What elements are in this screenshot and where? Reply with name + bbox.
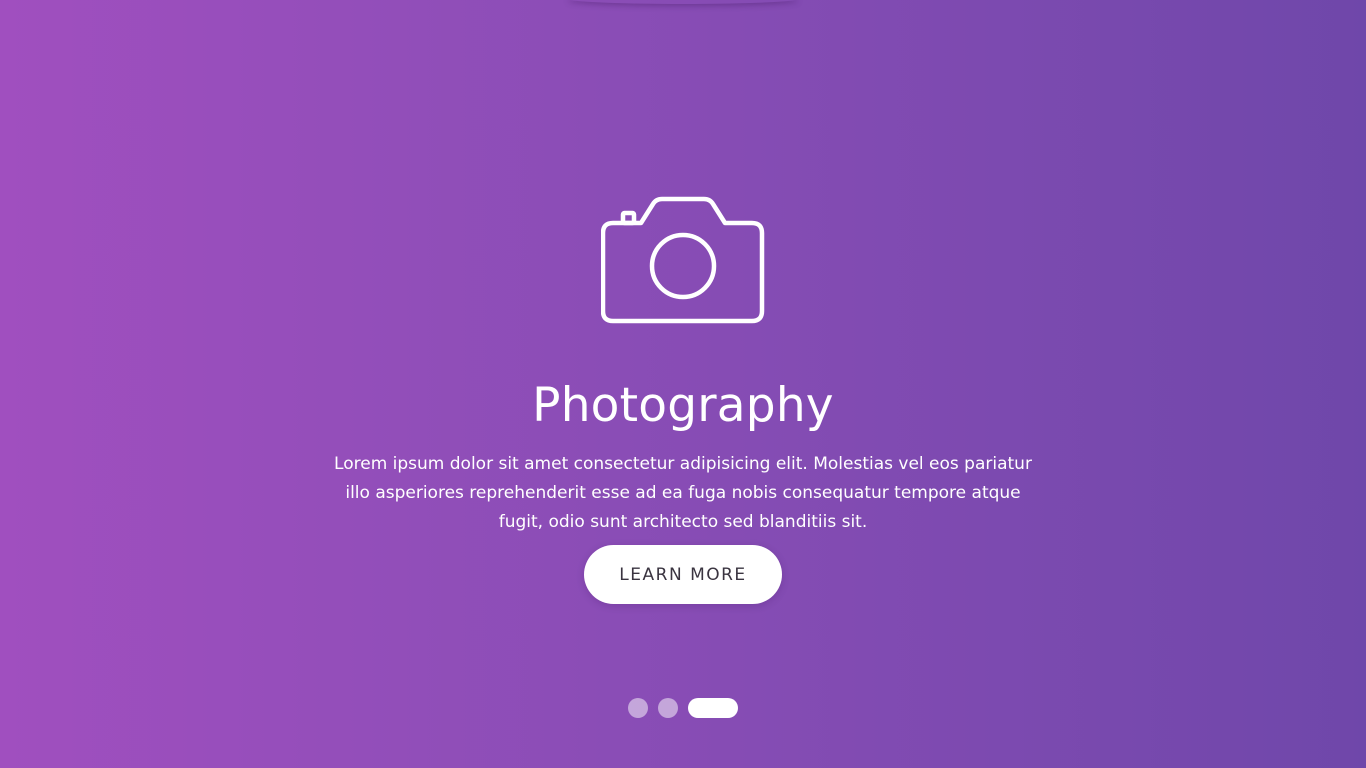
pagination-dot-1[interactable] [628, 698, 648, 718]
learn-more-button[interactable]: LEARN MORE [584, 545, 782, 604]
camera-icon [600, 196, 765, 324]
slider-pagination [0, 698, 1366, 718]
pagination-dot-2[interactable] [658, 698, 678, 718]
slide-title: Photography [532, 378, 834, 433]
hero-slide: Photography Lorem ipsum dolor sit amet c… [0, 0, 1366, 768]
pagination-dot-3-active[interactable] [688, 698, 738, 718]
slide-description: Lorem ipsum dolor sit amet consectetur a… [334, 454, 1032, 532]
